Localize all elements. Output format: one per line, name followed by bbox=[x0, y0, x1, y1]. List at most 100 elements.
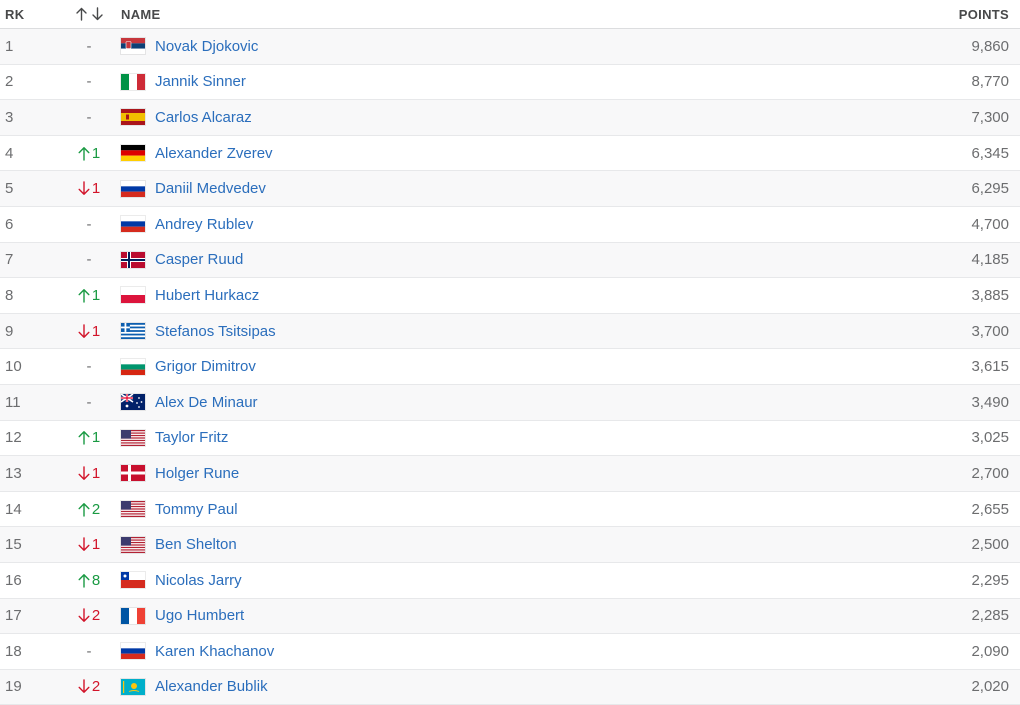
points-cell: 6,345 bbox=[971, 144, 1009, 162]
points-cell: 2,655 bbox=[971, 500, 1009, 518]
player-name-link[interactable]: Jannik Sinner bbox=[155, 73, 246, 90]
points-cell: 2,700 bbox=[971, 464, 1009, 482]
movement-indicator: 1 bbox=[78, 429, 100, 446]
flag-kazakhstan-icon bbox=[121, 678, 145, 695]
points-cell: 3,885 bbox=[971, 286, 1009, 304]
rank-cell: 19 bbox=[5, 678, 22, 696]
table-row: 8 1 Hubert Hurkacz 3,885 bbox=[0, 278, 1020, 314]
rank-cell: 15 bbox=[5, 536, 22, 554]
arrow-down-icon bbox=[91, 7, 103, 21]
player-name-link[interactable]: Taylor Fritz bbox=[155, 429, 228, 446]
movement-cell: 1 bbox=[60, 429, 118, 446]
rank-cell: 2 bbox=[5, 73, 14, 91]
rank-column-header[interactable]: RK bbox=[0, 7, 60, 22]
flag-usa-icon bbox=[121, 536, 145, 553]
movement-indicator: 1 bbox=[78, 287, 100, 304]
player-name-link[interactable]: Tommy Paul bbox=[155, 501, 238, 518]
points-cell: 2,285 bbox=[971, 607, 1009, 625]
flag-germany-icon bbox=[121, 145, 145, 162]
rank-cell: 9 bbox=[5, 322, 14, 340]
movement-value: - bbox=[86, 358, 92, 376]
rank-cell: 18 bbox=[5, 642, 22, 660]
player-name-link[interactable]: Carlos Alcaraz bbox=[155, 109, 252, 126]
movement-column-header[interactable] bbox=[60, 7, 118, 21]
player-name-link[interactable]: Alex De Minaur bbox=[155, 394, 258, 411]
movement-indicator: 2 bbox=[78, 678, 100, 695]
rank-cell: 11 bbox=[5, 393, 21, 411]
table-row: 14 2 Tommy Paul 2,655 bbox=[0, 491, 1020, 528]
movement-indicator: 1 bbox=[78, 536, 100, 553]
arrow-down-icon bbox=[78, 537, 90, 552]
movement-value: 1 bbox=[91, 286, 101, 304]
points-cell: 6,295 bbox=[971, 180, 1009, 198]
player-name-link[interactable]: Casper Ruud bbox=[155, 251, 243, 268]
flag-chile-icon bbox=[121, 572, 145, 589]
movement-cell: - bbox=[60, 358, 118, 375]
table-row: 16 8 Nicolas Jarry 2,295 bbox=[0, 562, 1020, 599]
movement-value: - bbox=[86, 215, 92, 233]
points-cell: 2,295 bbox=[971, 571, 1009, 589]
points-cell: 4,185 bbox=[971, 251, 1009, 269]
table-row: 18 - Karen Khachanov 2,090 bbox=[0, 634, 1020, 670]
player-name-link[interactable]: Grigor Dimitrov bbox=[155, 358, 256, 375]
movement-cell: - bbox=[60, 216, 118, 233]
player-name-link[interactable]: Hubert Hurkacz bbox=[155, 287, 259, 304]
name-column-header[interactable]: NAME bbox=[118, 7, 800, 22]
name-cell: Novak Djokovic bbox=[118, 38, 800, 55]
player-name-link[interactable]: Karen Khachanov bbox=[155, 643, 274, 660]
points-column-header[interactable]: POINTS bbox=[800, 7, 1020, 22]
player-name-link[interactable]: Novak Djokovic bbox=[155, 38, 258, 55]
arrow-down-icon bbox=[78, 679, 90, 694]
table-row: 10 - Grigor Dimitrov 3,615 bbox=[0, 349, 1020, 385]
flag-norway-icon bbox=[121, 251, 145, 268]
flag-italy-icon bbox=[121, 73, 145, 90]
movement-value: - bbox=[86, 393, 92, 411]
movement-indicator: 1 bbox=[78, 145, 100, 162]
flag-denmark-icon bbox=[121, 465, 145, 482]
movement-indicator: 2 bbox=[78, 501, 100, 518]
arrow-up-icon bbox=[78, 431, 90, 446]
points-cell: 2,500 bbox=[971, 536, 1009, 554]
movement-value: 1 bbox=[91, 464, 101, 482]
movement-cell: - bbox=[60, 394, 118, 411]
rank-cell: 6 bbox=[5, 215, 14, 233]
player-name-link[interactable]: Nicolas Jarry bbox=[155, 572, 242, 589]
movement-cell: 2 bbox=[60, 678, 118, 695]
points-cell: 3,700 bbox=[971, 322, 1009, 340]
player-name-link[interactable]: Alexander Bublik bbox=[155, 678, 268, 695]
table-row: 5 1 Daniil Medvedev 6,295 bbox=[0, 171, 1020, 207]
table-row: 11 - Alex De Minaur 3,490 bbox=[0, 384, 1020, 421]
rankings-table: RK NAME POINTS 1 - Novak Djokovic 9,860 2 - Ja… bbox=[0, 0, 1020, 705]
movement-cell: 1 bbox=[60, 323, 118, 340]
name-cell: Nicolas Jarry bbox=[118, 572, 800, 589]
name-cell: Jannik Sinner bbox=[118, 73, 800, 90]
flag-serbia-icon bbox=[121, 38, 145, 55]
rank-cell: 16 bbox=[5, 571, 22, 589]
points-cell: 3,615 bbox=[971, 358, 1009, 376]
name-cell: Grigor Dimitrov bbox=[118, 358, 800, 375]
rank-cell: 13 bbox=[5, 464, 22, 482]
player-name-link[interactable]: Holger Rune bbox=[155, 465, 239, 482]
movement-value: 1 bbox=[91, 322, 101, 340]
table-header: RK NAME POINTS bbox=[0, 0, 1020, 29]
movement-cell: 1 bbox=[60, 180, 118, 197]
movement-cell: - bbox=[60, 109, 118, 126]
player-name-link[interactable]: Stefanos Tsitsipas bbox=[155, 323, 276, 340]
player-name-link[interactable]: Ugo Humbert bbox=[155, 607, 244, 624]
flag-poland-icon bbox=[121, 287, 145, 304]
movement-value: 8 bbox=[91, 571, 101, 589]
movement-cell: 1 bbox=[60, 145, 118, 162]
name-cell: Ugo Humbert bbox=[118, 607, 800, 624]
rank-cell: 14 bbox=[5, 500, 22, 518]
rank-cell: 12 bbox=[5, 429, 22, 447]
player-name-link[interactable]: Andrey Rublev bbox=[155, 216, 253, 233]
player-name-link[interactable]: Daniil Medvedev bbox=[155, 180, 266, 197]
name-cell: Casper Ruud bbox=[118, 251, 800, 268]
player-name-link[interactable]: Ben Shelton bbox=[155, 536, 237, 553]
points-cell: 3,490 bbox=[971, 393, 1009, 411]
table-row: 15 1 Ben Shelton 2,500 bbox=[0, 527, 1020, 563]
movement-value: 1 bbox=[91, 144, 101, 162]
arrow-up-icon bbox=[78, 502, 90, 517]
player-name-link[interactable]: Alexander Zverev bbox=[155, 145, 273, 162]
points-cell: 2,090 bbox=[971, 642, 1009, 660]
